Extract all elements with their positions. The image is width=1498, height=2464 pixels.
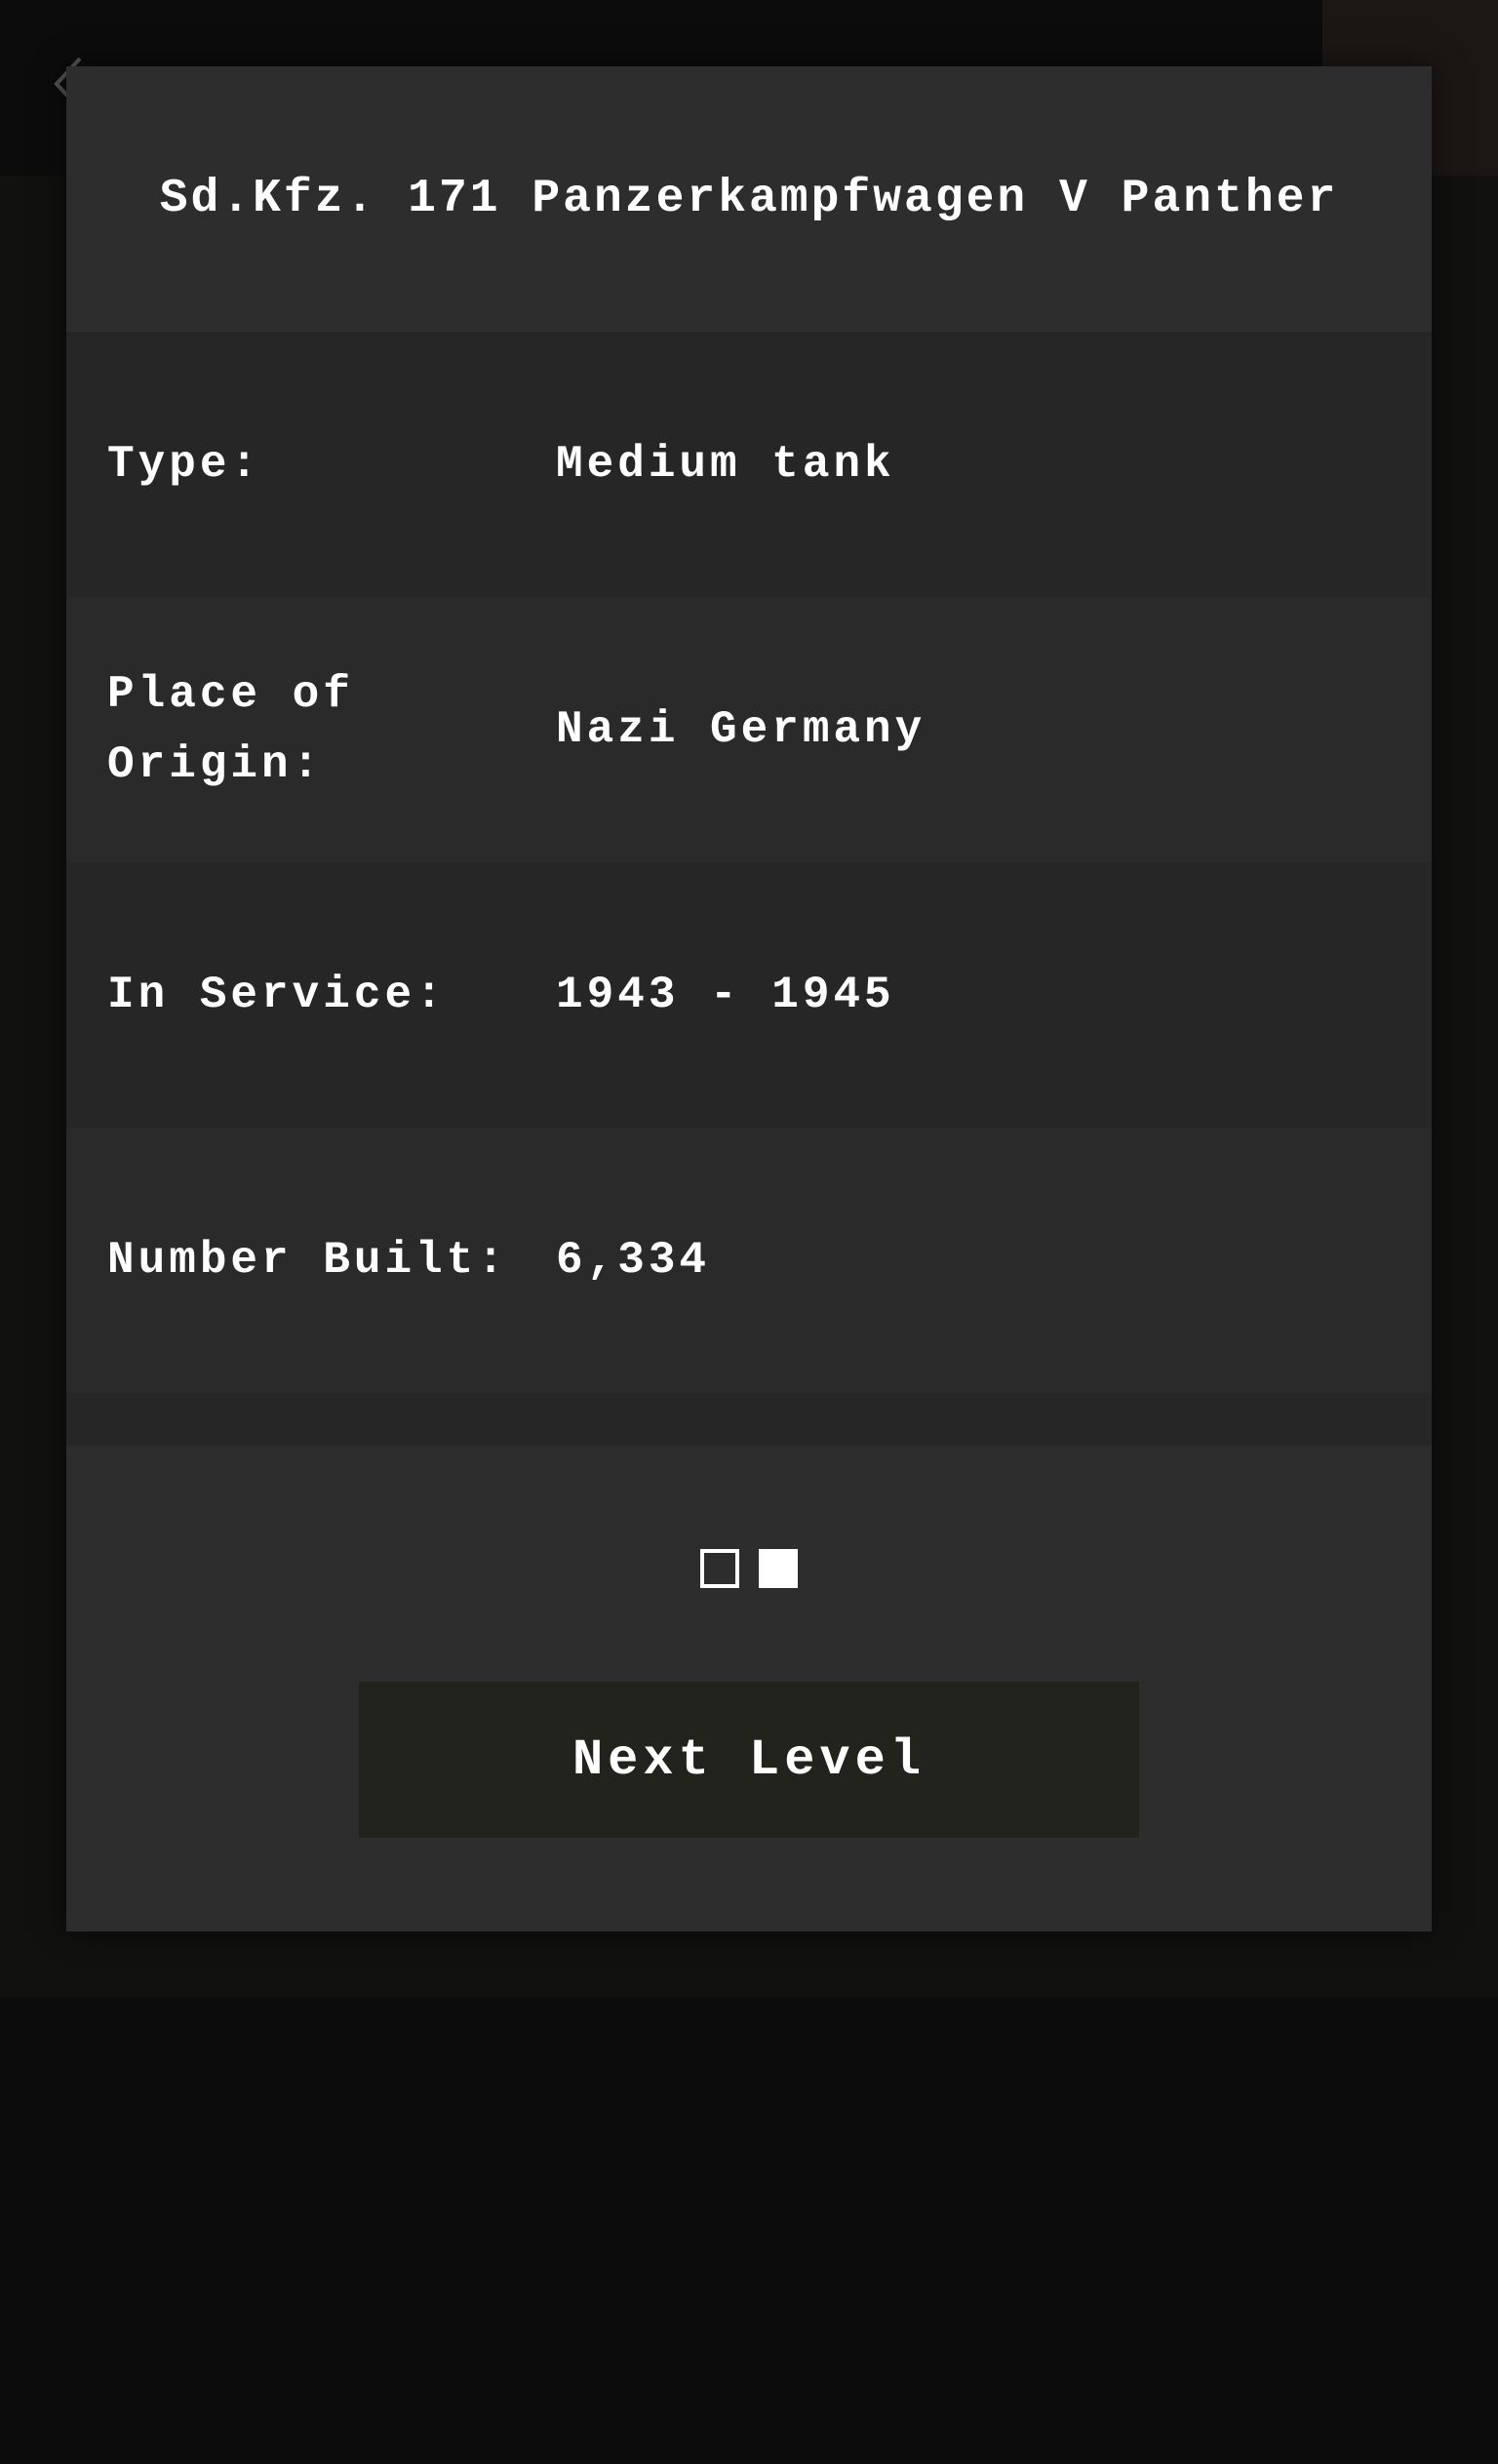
info-row-service: In Service: 1943 - 1945	[66, 862, 1432, 1128]
tank-info-card: Sd.Kfz. 171 Panzerkampfwagen V Panther T…	[66, 66, 1432, 1931]
divider-strip	[66, 1393, 1432, 1446]
card-header: Sd.Kfz. 171 Panzerkampfwagen V Panther	[66, 66, 1432, 332]
row-value: 1943 - 1945	[556, 970, 895, 1020]
row-label: Place of Origin:	[107, 669, 354, 790]
row-label: Type:	[107, 439, 262, 490]
row-label: In Service:	[107, 970, 447, 1020]
card-title: Sd.Kfz. 171 Panzerkampfwagen V Panther	[159, 173, 1339, 225]
info-row-type: Type: Medium tank	[66, 332, 1432, 597]
row-label: Number Built:	[107, 1235, 508, 1286]
pagination-dots	[66, 1549, 1432, 1588]
info-row-number-built: Number Built: 6,334	[66, 1128, 1432, 1393]
page-dot-1[interactable]	[700, 1549, 739, 1588]
next-level-button[interactable]: Next Level	[359, 1682, 1139, 1838]
card-footer: Next Level	[66, 1446, 1432, 2464]
row-value: Nazi Germany	[556, 704, 926, 755]
info-row-origin: Place of Origin: Nazi Germany	[66, 597, 1432, 862]
page-dot-2[interactable]	[759, 1549, 798, 1588]
row-value: 6,334	[556, 1235, 711, 1286]
row-value: Medium tank	[556, 439, 895, 490]
